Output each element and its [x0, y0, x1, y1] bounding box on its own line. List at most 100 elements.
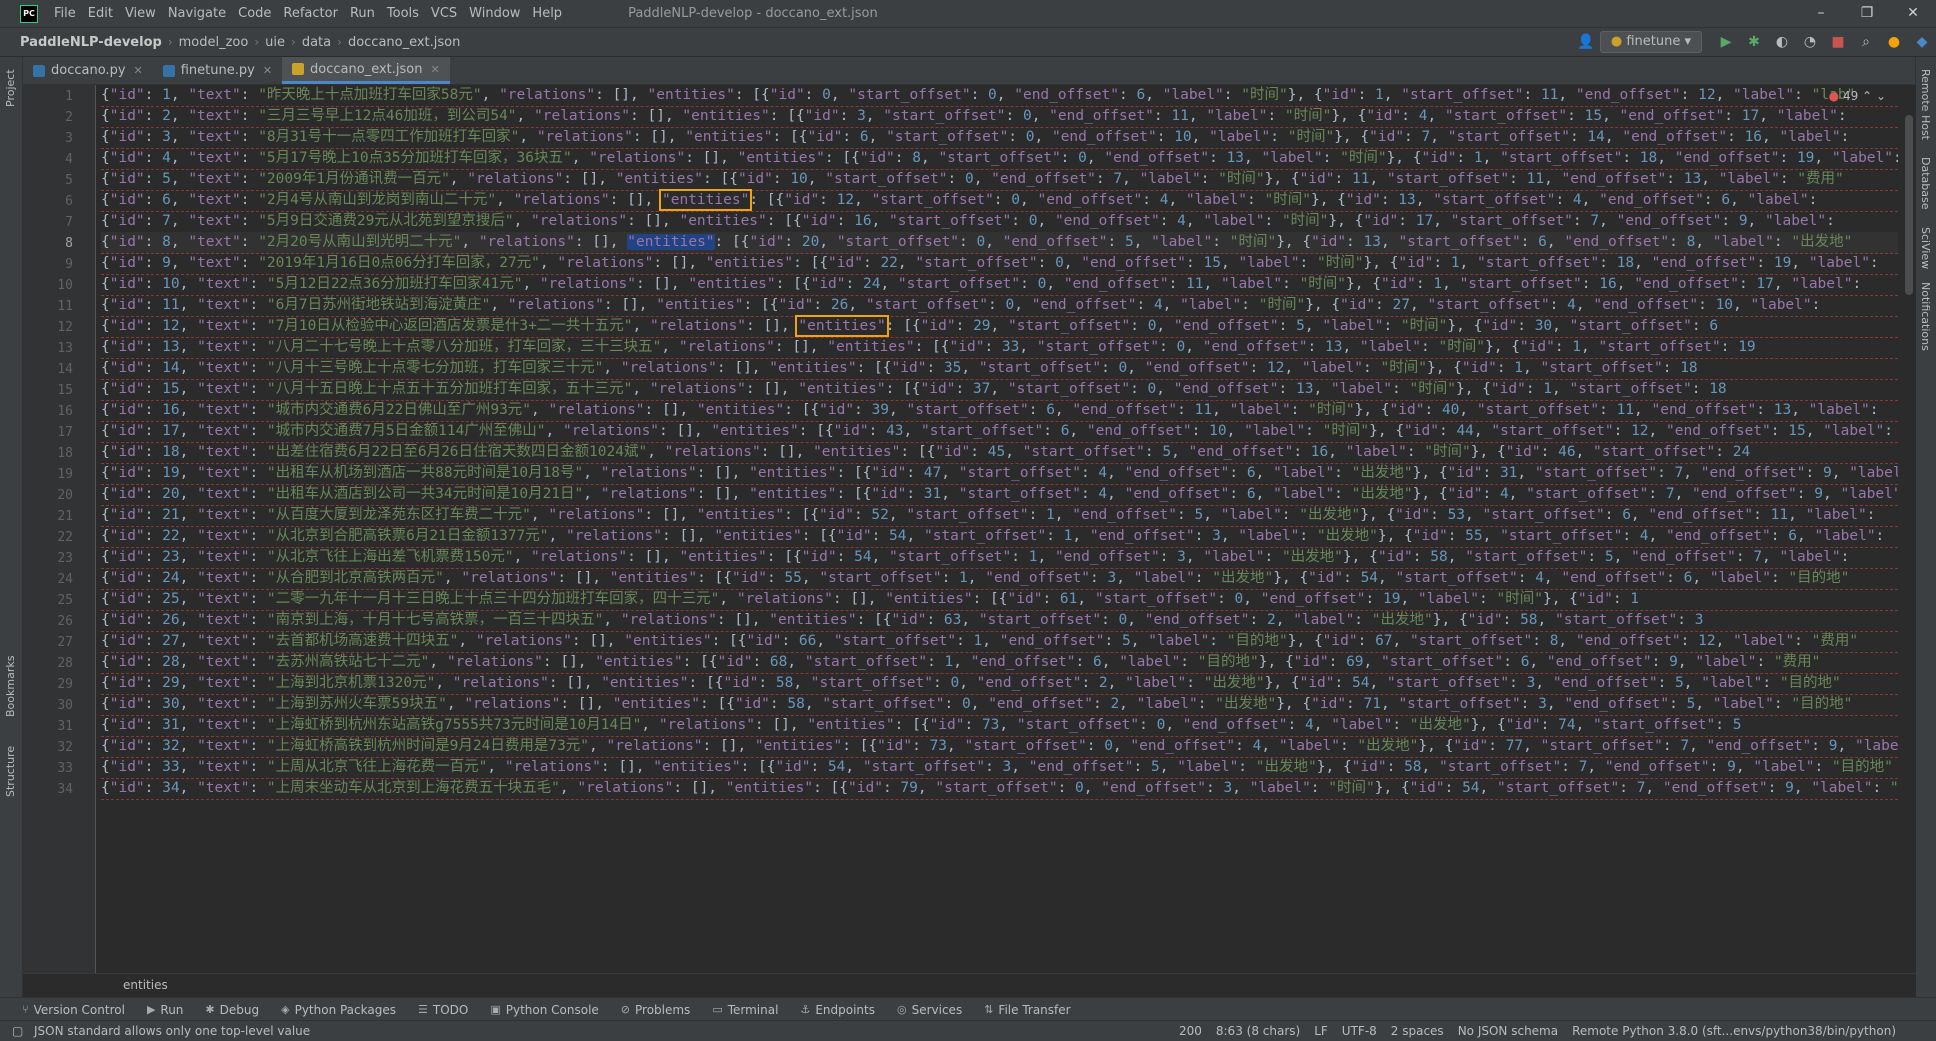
code-line[interactable]: {"id": 19, "text": "出租车从机场到酒店一共88元时间是10月… [101, 463, 1898, 485]
breadcrumb-item[interactable]: data [298, 35, 335, 50]
structure-tool-button[interactable]: Structure [4, 746, 17, 797]
python-interpreter[interactable]: Remote Python 3.8.0 (sft...envs/python38… [1572, 1024, 1896, 1038]
code-line[interactable]: {"id": 5, "text": "2009年1月份通讯费一百元", "rel… [101, 169, 1898, 191]
sciview-tool-button[interactable]: SciView [1919, 227, 1932, 269]
code-line[interactable]: {"id": 21, "text": "从百度大厦到龙泽苑东区打车费二十元", … [101, 505, 1898, 527]
code-line[interactable]: {"id": 4, "text": "5月17号晚上10点35分加班打车回家，3… [101, 148, 1898, 170]
code-line[interactable]: {"id": 6, "text": "2月4号从南山到龙岗到南山二十元", "r… [101, 189, 1898, 212]
chevron-up-icon[interactable]: ⌃ [1862, 89, 1872, 103]
code-area[interactable]: {"id": 1, "text": "昨天晚上十点加班打车回家58元", "re… [101, 85, 1898, 973]
memory-indicator[interactable]: 200 [1179, 1024, 1202, 1038]
code-line[interactable]: {"id": 31, "text": "上海虹桥到杭州东站高铁g7555共73元… [101, 715, 1898, 737]
breadcrumb-item[interactable]: uie [261, 35, 289, 50]
project-tool-button[interactable]: Project [4, 69, 17, 107]
code-line[interactable]: {"id": 33, "text": "上周从北京飞往上海花费一百元", "re… [101, 757, 1898, 779]
menu-edit[interactable]: Edit [82, 6, 119, 21]
editor-tab[interactable]: doccano_ext.json ✕ [282, 57, 450, 84]
code-line[interactable]: {"id": 1, "text": "昨天晚上十点加班打车回家58元", "re… [101, 85, 1898, 107]
search-icon[interactable]: ⌕ [1855, 31, 1877, 53]
code-line[interactable]: {"id": 9, "text": "2019年1月16日0点06分打车回家，2… [101, 253, 1898, 275]
code-line[interactable]: {"id": 28, "text": "去苏州高铁站七十二元", "relati… [101, 652, 1898, 674]
editor-tab[interactable]: finetune.py ✕ [153, 57, 282, 84]
update-icon[interactable]: ● [1883, 31, 1905, 53]
code-line[interactable]: {"id": 27, "text": "去首都机场高速费十四块五", "rela… [101, 631, 1898, 653]
menu-help[interactable]: Help [526, 6, 568, 21]
code-line[interactable]: {"id": 32, "text": "上海虹桥高铁到杭州时间是9月24日费用是… [101, 736, 1898, 758]
restore-icon[interactable]: ❐ [1844, 0, 1890, 27]
tool-window-debug[interactable]: ✱ Debug [205, 1003, 259, 1017]
code-line[interactable]: {"id": 22, "text": "从北京到合肥高铁票6月21日金额1377… [101, 526, 1898, 548]
tool-window-run[interactable]: ▶ Run [147, 1003, 183, 1017]
profile-icon[interactable]: ◔ [1799, 31, 1821, 53]
code-line[interactable]: {"id": 11, "text": "6月7日苏州街地铁站到海淀黄庄", "r… [101, 295, 1898, 317]
run-icon[interactable]: ▶ [1715, 31, 1737, 53]
tool-window-file-transfer[interactable]: ⇅ File Transfer [984, 1003, 1070, 1017]
tool-window-problems[interactable]: ⊘ Problems [621, 1003, 691, 1017]
remote-host-tool-button[interactable]: Remote Host [1919, 69, 1932, 140]
file-encoding[interactable]: UTF-8 [1342, 1024, 1377, 1038]
code-line[interactable]: {"id": 14, "text": "八月十三号晚上十点零七分加班，打车回家三… [101, 358, 1898, 380]
code-line[interactable]: {"id": 7, "text": "5月9日交通费29元从北苑到望京搜后", … [101, 211, 1898, 233]
menu-navigate[interactable]: Navigate [162, 6, 232, 21]
tool-window-python-console[interactable]: ▣ Python Console [490, 1003, 598, 1017]
close-tab-icon[interactable]: ✕ [430, 63, 439, 76]
add-user-icon[interactable]: 👤 [1575, 31, 1597, 53]
code-line[interactable]: {"id": 23, "text": "从北京飞往上海出差飞机票费150元", … [101, 547, 1898, 569]
tool-window-version-control[interactable]: ⑂ Version Control [22, 1003, 125, 1017]
caret-position[interactable]: 8:63 (8 chars) [1216, 1024, 1300, 1038]
tool-window-python-packages[interactable]: ◈ Python Packages [281, 1003, 396, 1017]
close-icon[interactable]: ✕ [1890, 0, 1936, 27]
menu-code[interactable]: Code [232, 6, 277, 21]
chevron-down-icon[interactable]: ⌄ [1876, 89, 1886, 103]
code-line[interactable]: {"id": 10, "text": "5月12日22点36分加班打车回家41元… [101, 274, 1898, 296]
code-line[interactable]: {"id": 13, "text": "八月二十七号晚上十点零八分加班，打车回家… [101, 337, 1898, 359]
bookmarks-tool-button[interactable]: Bookmarks [4, 656, 17, 717]
code-line[interactable]: {"id": 30, "text": "上海到苏州火车票59块五", "rela… [101, 694, 1898, 716]
code-line[interactable]: {"id": 26, "text": "南京到上海，十月十七号高铁票，一百三十四… [101, 610, 1898, 632]
code-editor[interactable]: 1 2 3 4 5 6 7 8 9 10 11 12 13 14 15 16 17 18 19 20 21 22 23 24 2… [23, 85, 1916, 973]
line-separator[interactable]: LF [1314, 1024, 1328, 1038]
notifications-tool-button[interactable]: Notifications [1919, 282, 1932, 351]
code-line[interactable]: {"id": 12, "text": "7月10日从检验中心返回酒店发票是什3+… [101, 315, 1898, 338]
code-line[interactable]: {"id": 24, "text": "从合肥到北京高铁两百元", "relat… [101, 568, 1898, 590]
code-line[interactable]: {"id": 17, "text": "城市内交通费7月5日金额114广州至佛山… [101, 421, 1898, 443]
code-line[interactable]: {"id": 18, "text": "出差住宿费6月22日至6月26日住宿天数… [101, 442, 1898, 464]
database-tool-button[interactable]: Database [1919, 157, 1932, 210]
run-configuration-select[interactable]: ● finetune ▾ [1599, 31, 1702, 53]
code-line[interactable]: {"id": 25, "text": "二零一九年十一月十三日晚上十点三十四分加… [101, 589, 1898, 611]
scrollbar-thumb[interactable] [1905, 115, 1913, 295]
stop-icon[interactable]: ■ [1827, 31, 1849, 53]
code-line[interactable]: {"id": 20, "text": "出租车从酒店到公司一共34元时间是10月… [101, 484, 1898, 506]
tool-window-services[interactable]: ◎ Services [897, 1003, 962, 1017]
editor-tab[interactable]: doccano.py ✕ [23, 57, 153, 84]
code-line[interactable]: {"id": 16, "text": "城市内交通费6月22日佛山至广州93元"… [101, 400, 1898, 422]
code-line[interactable]: {"id": 29, "text": "上海到北京机票1320元", "rela… [101, 673, 1898, 695]
menu-vcs[interactable]: VCS [425, 6, 463, 21]
menu-tools[interactable]: Tools [381, 6, 425, 21]
breadcrumb-item[interactable]: doccano_ext.json [344, 35, 464, 50]
code-line[interactable]: {"id": 15, "text": "八月十五日晚上十点五十五分加班打车回家，… [101, 379, 1898, 401]
indent-setting[interactable]: 2 spaces [1391, 1024, 1444, 1038]
inspection-widget[interactable]: ● 49 ⌃ ⌄ [1829, 89, 1886, 103]
vertical-scrollbar[interactable] [1902, 85, 1916, 973]
tool-window-endpoints[interactable]: ⚓ Endpoints [800, 1003, 875, 1017]
debug-icon[interactable]: ✱ [1743, 31, 1765, 53]
structure-breadcrumb-item[interactable]: entities [123, 978, 168, 992]
breadcrumb-item[interactable]: PaddleNLP-develop [0, 35, 166, 50]
menu-refactor[interactable]: Refactor [277, 6, 344, 21]
menu-view[interactable]: View [119, 6, 162, 21]
code-line[interactable]: {"id": 8, "text": "2月20号从南山到光明二十元", "rel… [101, 232, 1898, 254]
minimize-icon[interactable]: – [1798, 0, 1844, 27]
menu-run[interactable]: Run [344, 6, 381, 21]
code-line[interactable]: {"id": 34, "text": "上周末坐动车从北京到上海花费五十块五毛"… [101, 778, 1898, 800]
json-schema[interactable]: No JSON schema [1458, 1024, 1558, 1038]
tool-window-terminal[interactable]: ▭ Terminal [712, 1003, 778, 1017]
breadcrumb-item[interactable]: model_zoo [175, 35, 253, 50]
code-line[interactable]: {"id": 3, "text": "8月31号十一点零四工作加班打车回家", … [101, 127, 1898, 149]
code-line[interactable]: {"id": 2, "text": "三月三号早上12点46加班，到公司54",… [101, 106, 1898, 128]
tool-window-todo[interactable]: ☰ TODO [418, 1003, 468, 1017]
menu-file[interactable]: File [48, 6, 82, 21]
plugin-icon[interactable]: ◆ [1911, 31, 1933, 53]
menu-window[interactable]: Window [463, 6, 526, 21]
coverage-icon[interactable]: ◐ [1771, 31, 1793, 53]
